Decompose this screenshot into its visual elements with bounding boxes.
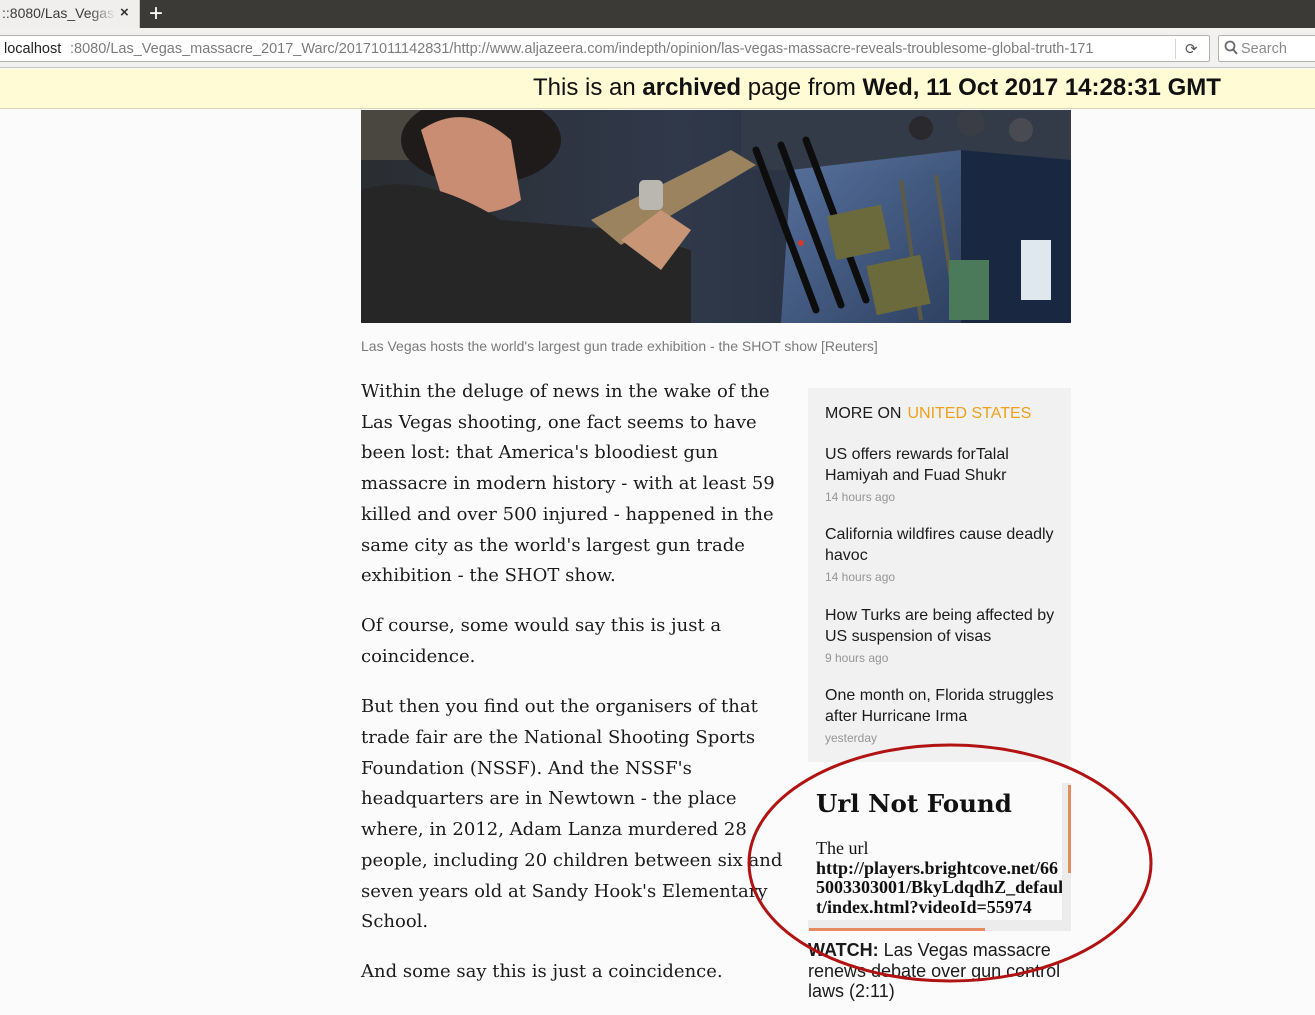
browser-tab[interactable]: ::8080/Las_Vegas × xyxy=(0,0,140,28)
sidebar-topic-link[interactable]: UNITED STATES xyxy=(907,405,1031,422)
story-time: 14 hours ago xyxy=(825,570,896,584)
embed-error-title: Url Not Found xyxy=(816,789,1012,818)
archive-prefix: This is an xyxy=(533,74,643,101)
archive-notice: This is an archived page from Wed, 11 Oc… xyxy=(533,74,1221,102)
new-tab-button[interactable]: + xyxy=(149,0,163,28)
url-host: localhost xyxy=(4,41,62,57)
archive-keyword: archived xyxy=(642,74,742,101)
url-fade xyxy=(1109,37,1169,61)
story-title[interactable]: US offers rewards forTalal Hamiyah and F… xyxy=(825,445,1065,486)
photo-caption: Las Vegas hosts the world's largest gun … xyxy=(361,338,878,354)
story-title[interactable]: One month on, Florida struggles after Hu… xyxy=(825,686,1065,727)
close-icon[interactable]: × xyxy=(120,4,129,21)
story-title[interactable]: How Turks are being affected by US suspe… xyxy=(825,606,1065,647)
embed-vertical-scrollbar[interactable] xyxy=(1062,783,1071,920)
video-embed-frame[interactable]: Url Not Found The url http://players.bri… xyxy=(808,783,1071,931)
embed-vertical-scroll-thumb[interactable] xyxy=(1068,785,1071,873)
reload-icon[interactable]: ⟳ xyxy=(1185,40,1198,58)
watch-label: WATCH: xyxy=(808,940,879,960)
archive-middle: page from xyxy=(741,74,863,101)
gun-show-photo xyxy=(361,110,1071,323)
story-time: 14 hours ago xyxy=(825,490,896,504)
sidebar-heading: MORE ON UNITED STATES xyxy=(825,405,1031,423)
archive-banner: This is an archived page from Wed, 11 Oc… xyxy=(0,69,1315,109)
browser-tab-bar: ::8080/Las_Vegas × + xyxy=(0,0,1315,28)
url-input[interactable]: localhost :8080/Las_Vegas_massacre_2017_… xyxy=(0,35,1210,62)
tab-title-fade xyxy=(90,2,116,26)
story-time: 9 hours ago xyxy=(825,651,889,665)
article-paragraph: Of course, some would say this is just a… xyxy=(361,615,722,668)
sidebar-story[interactable]: One month on, Florida struggles after Hu… xyxy=(825,686,1065,745)
article-paragraph: And some say this is just a coincidence. xyxy=(361,961,723,983)
search-input[interactable]: Search xyxy=(1218,35,1315,62)
url-divider xyxy=(1175,39,1176,59)
story-title[interactable]: California wildfires cause deadly havoc xyxy=(825,525,1065,566)
article-paragraph: But then you find out the organisers of … xyxy=(361,696,783,933)
article-paragraph: Within the deluge of news in the wake of… xyxy=(361,381,775,587)
more-on-sidebar: MORE ON UNITED STATES US offers rewards f… xyxy=(808,388,1071,762)
search-placeholder: Search xyxy=(1241,41,1287,57)
url-path: :8080/Las_Vegas_massacre_2017_Warc/20171… xyxy=(70,41,1094,57)
hero-photo xyxy=(361,110,1071,323)
search-icon xyxy=(1224,40,1238,55)
navigation-bar: localhost :8080/Las_Vegas_massacre_2017_… xyxy=(0,28,1315,68)
embed-error-url: http://players.brightcove.net/6650033030… xyxy=(816,857,1064,917)
sidebar-heading-prefix: MORE ON xyxy=(825,405,902,422)
sidebar-story[interactable]: How Turks are being affected by US suspe… xyxy=(825,606,1065,665)
embed-error-prefix: The url xyxy=(816,838,869,858)
embed-error-body: The url http://players.brightcove.net/66… xyxy=(816,838,1066,917)
article-body: Within the deluge of news in the wake of… xyxy=(361,377,786,1008)
sidebar-story[interactable]: US offers rewards forTalal Hamiyah and F… xyxy=(825,445,1065,504)
story-time: yesterday xyxy=(825,731,878,745)
watch-caption[interactable]: WATCH: Las Vegas massacre renews debate … xyxy=(808,940,1071,1002)
sidebar-story[interactable]: California wildfires cause deadly havoc … xyxy=(825,525,1065,584)
embed-horizontal-scroll-thumb[interactable] xyxy=(809,928,985,931)
embed-horizontal-scrollbar[interactable] xyxy=(808,920,1071,931)
archive-date: Wed, 11 Oct 2017 14:28:31 GMT xyxy=(862,74,1221,101)
